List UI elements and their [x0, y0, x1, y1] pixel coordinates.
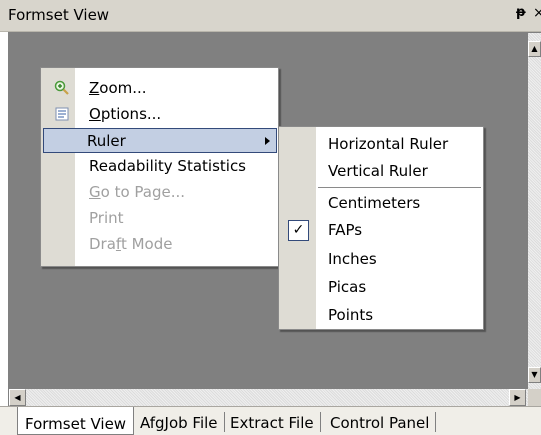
draft-mode-label: t Mode [120, 235, 173, 253]
menu-item-horizontal-ruler[interactable]: Horizontal Ruler [281, 132, 481, 157]
picas-label: Picas [328, 278, 367, 296]
menu-item-centimeters[interactable]: Centimeters [281, 191, 481, 216]
tab-extract-file[interactable]: Extract File [224, 412, 321, 432]
tab-afgjob-file[interactable]: AfgJob File [134, 412, 225, 432]
print-label: Print [89, 209, 124, 227]
tab-formset-view[interactable]: Formset View [17, 407, 135, 435]
panel-titlebar: Formset View ᵽ × [0, 0, 541, 32]
menu-item-print: Print [43, 206, 277, 231]
menu-item-options[interactable]: Options... [43, 102, 277, 127]
zoom-mnemonic: Z [89, 79, 100, 97]
context-menu: Zoom... Options... Ruler Readability Sta… [40, 67, 279, 267]
menu-item-ruler[interactable]: Ruler [43, 128, 277, 153]
scrollbar-corner [528, 389, 541, 406]
menu-item-faps[interactable]: ✓ FAPs [281, 218, 481, 243]
options-mnemonic: O [89, 105, 101, 123]
scroll-down-button[interactable]: ▼ [528, 367, 541, 383]
zoom-label: oom... [99, 79, 147, 97]
menu-item-zoom[interactable]: Zoom... [43, 76, 277, 101]
scroll-left-button[interactable]: ◀ [9, 389, 26, 406]
panel-title: Formset View [8, 6, 110, 24]
options-icon [54, 106, 70, 122]
readability-label: Readability Statistics [89, 157, 247, 175]
scroll-right-button[interactable]: ▶ [509, 389, 526, 406]
close-icon[interactable]: × [533, 5, 541, 21]
ruler-label: Ruler [87, 132, 126, 150]
document-tabstrip: Formset View AfgJob File Extract File Co… [0, 406, 541, 435]
menu-item-draft-mode: Draft Mode [43, 232, 277, 257]
faps-label: FAPs [328, 221, 363, 239]
menu-item-picas[interactable]: Picas [281, 275, 481, 300]
points-label: Points [328, 306, 374, 324]
horizontal-ruler-label: Horizontal Ruler [328, 135, 449, 153]
ruler-submenu: Horizontal Ruler Vertical Ruler Centimet… [278, 126, 484, 330]
zoom-icon [54, 80, 70, 96]
menu-item-inches[interactable]: Inches [281, 247, 481, 272]
menu-item-readability-statistics[interactable]: Readability Statistics [43, 154, 277, 179]
draft-mode-prefix: Dra [89, 235, 116, 253]
submenu-arrow-icon [265, 137, 270, 145]
menu-item-vertical-ruler[interactable]: Vertical Ruler [281, 159, 481, 184]
go-to-page-mnemonic: G [89, 183, 101, 201]
menu-item-go-to-page: Go to Page... [43, 180, 277, 205]
pin-icon[interactable]: ᵽ [516, 5, 526, 20]
horizontal-scrollbar[interactable]: ◀ ▶ [9, 389, 528, 406]
menu-item-points[interactable]: Points [281, 303, 481, 328]
vertical-scrollbar[interactable]: ▲ ▼ [528, 33, 541, 389]
centimeters-label: Centimeters [328, 194, 421, 212]
options-label: ptions... [100, 105, 162, 123]
inches-label: Inches [328, 250, 377, 268]
go-to-page-label: o to Page... [100, 183, 186, 201]
check-icon: ✓ [288, 220, 309, 241]
vertical-ruler-label: Vertical Ruler [328, 162, 428, 180]
scroll-up-button[interactable]: ▲ [528, 41, 541, 57]
submenu-separator [318, 187, 481, 188]
tab-control-panel[interactable]: Control Panel [324, 412, 437, 432]
